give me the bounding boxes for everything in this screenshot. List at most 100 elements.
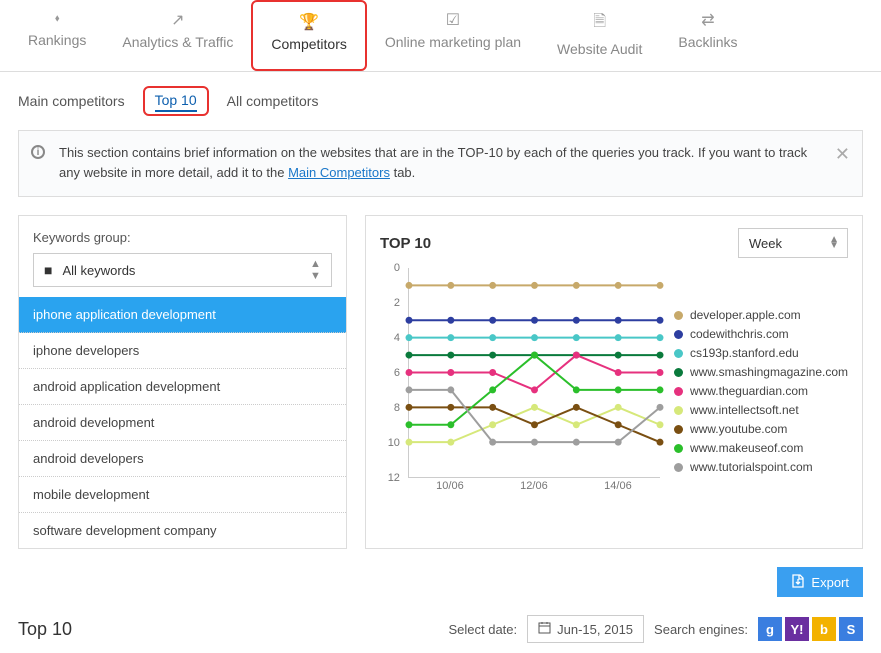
chart-point[interactable] bbox=[615, 317, 622, 324]
keyword-item[interactable]: mobile development bbox=[19, 477, 346, 513]
chart-point[interactable] bbox=[615, 282, 622, 289]
keyword-item[interactable]: android application development bbox=[19, 369, 346, 405]
chart-point[interactable] bbox=[531, 282, 538, 289]
chart-point[interactable] bbox=[656, 282, 663, 289]
chart-point[interactable] bbox=[656, 334, 663, 341]
legend-item[interactable]: developer.apple.com bbox=[674, 308, 848, 322]
chart-point[interactable] bbox=[531, 421, 538, 428]
chart-point[interactable] bbox=[447, 404, 454, 411]
chart-point[interactable] bbox=[615, 421, 622, 428]
chart-point[interactable] bbox=[489, 334, 496, 341]
engine-seznam-icon[interactable]: S bbox=[839, 617, 863, 641]
legend-item[interactable]: www.youtube.com bbox=[674, 422, 848, 436]
subnav-item-all-competitors[interactable]: All competitors bbox=[227, 93, 319, 109]
chart-point[interactable] bbox=[447, 439, 454, 446]
chart-point[interactable] bbox=[656, 369, 663, 376]
legend-item[interactable]: www.tutorialspoint.com bbox=[674, 460, 848, 474]
chart-point[interactable] bbox=[615, 352, 622, 359]
legend-item[interactable]: www.intellectsoft.net bbox=[674, 403, 848, 417]
legend-item[interactable]: www.makeuseof.com bbox=[674, 441, 848, 455]
chart-point[interactable] bbox=[489, 352, 496, 359]
chart-point[interactable] bbox=[447, 282, 454, 289]
chart-point[interactable] bbox=[573, 352, 580, 359]
engine-google-icon[interactable]: g bbox=[758, 617, 782, 641]
engine-bing-icon[interactable]: b bbox=[812, 617, 836, 641]
chart-point[interactable] bbox=[489, 404, 496, 411]
chart-point[interactable] bbox=[447, 317, 454, 324]
chart-point[interactable] bbox=[573, 404, 580, 411]
nav-icon: ☑ bbox=[385, 10, 521, 30]
chart-point[interactable] bbox=[531, 386, 538, 393]
chart-point[interactable] bbox=[447, 352, 454, 359]
chart-point[interactable] bbox=[405, 352, 412, 359]
chart-point[interactable] bbox=[531, 352, 538, 359]
chart-point[interactable] bbox=[573, 439, 580, 446]
period-select[interactable]: Week ▲▼ bbox=[738, 228, 848, 258]
chart-point[interactable] bbox=[531, 334, 538, 341]
chart-point[interactable] bbox=[573, 282, 580, 289]
chart-point[interactable] bbox=[405, 404, 412, 411]
close-icon[interactable]: ✕ bbox=[835, 141, 850, 168]
chart-point[interactable] bbox=[489, 421, 496, 428]
chart-point[interactable] bbox=[405, 317, 412, 324]
nav-item-website-audit[interactable]: 🗎Website Audit bbox=[539, 0, 660, 71]
nav-item-backlinks[interactable]: ⇄Backlinks bbox=[660, 0, 755, 71]
chart-point[interactable] bbox=[405, 386, 412, 393]
chart-point[interactable] bbox=[573, 334, 580, 341]
legend-item[interactable]: www.smashingmagazine.com bbox=[674, 365, 848, 379]
chart-point[interactable] bbox=[447, 334, 454, 341]
nav-item-competitors[interactable]: 🏆Competitors bbox=[251, 0, 366, 71]
chart-point[interactable] bbox=[489, 386, 496, 393]
chart-point[interactable] bbox=[447, 386, 454, 393]
chart-point[interactable] bbox=[531, 404, 538, 411]
keyword-item[interactable]: android development bbox=[19, 405, 346, 441]
keywords-group-select[interactable]: ■ All keywords ▲▼ bbox=[33, 253, 332, 287]
export-button[interactable]: Export bbox=[777, 567, 863, 597]
chart-point[interactable] bbox=[531, 439, 538, 446]
chart-point[interactable] bbox=[447, 369, 454, 376]
chart-point[interactable] bbox=[447, 421, 454, 428]
chart-point[interactable] bbox=[573, 386, 580, 393]
chart-point[interactable] bbox=[656, 439, 663, 446]
chart-point[interactable] bbox=[615, 369, 622, 376]
legend-item[interactable]: www.theguardian.com bbox=[674, 384, 848, 398]
legend-item[interactable]: cs193p.stanford.edu bbox=[674, 346, 848, 360]
chart-point[interactable] bbox=[405, 282, 412, 289]
keyword-item[interactable]: iphone developers bbox=[19, 333, 346, 369]
nav-item-analytics-traffic[interactable]: ↗Analytics & Traffic bbox=[104, 0, 251, 71]
keyword-item[interactable]: iphone application development bbox=[19, 297, 346, 333]
keyword-item[interactable]: android developers bbox=[19, 441, 346, 477]
chart-point[interactable] bbox=[615, 334, 622, 341]
chart-point[interactable] bbox=[489, 317, 496, 324]
chart-point[interactable] bbox=[489, 282, 496, 289]
nav-item-rankings[interactable]: ⬪Rankings bbox=[10, 0, 104, 71]
subnav-item-main-competitors[interactable]: Main competitors bbox=[18, 93, 125, 109]
chart-point[interactable] bbox=[405, 334, 412, 341]
engine-yahoo-icon[interactable]: Y! bbox=[785, 617, 809, 641]
chart-point[interactable] bbox=[405, 439, 412, 446]
legend-item[interactable]: codewithchris.com bbox=[674, 327, 848, 341]
chart-point[interactable] bbox=[656, 352, 663, 359]
chart-point[interactable] bbox=[489, 369, 496, 376]
chart-point[interactable] bbox=[489, 439, 496, 446]
chart-point[interactable] bbox=[656, 404, 663, 411]
subnav-item-top-[interactable]: Top 10 bbox=[143, 86, 209, 116]
nav-icon: ⇄ bbox=[678, 10, 737, 30]
chart-point[interactable] bbox=[615, 386, 622, 393]
chart-point[interactable] bbox=[615, 439, 622, 446]
chart-point[interactable] bbox=[405, 369, 412, 376]
chart-point[interactable] bbox=[573, 317, 580, 324]
chart-line bbox=[409, 355, 660, 390]
info-icon: i bbox=[31, 145, 45, 159]
chart-point[interactable] bbox=[615, 404, 622, 411]
main-competitors-link[interactable]: Main Competitors bbox=[288, 165, 390, 180]
chart-point[interactable] bbox=[531, 317, 538, 324]
chart-point[interactable] bbox=[656, 386, 663, 393]
nav-item-online-marketing-plan[interactable]: ☑Online marketing plan bbox=[367, 0, 539, 71]
chart-point[interactable] bbox=[656, 421, 663, 428]
date-picker[interactable]: Jun-15, 2015 bbox=[527, 615, 644, 643]
keyword-item[interactable]: software development company bbox=[19, 513, 346, 548]
chart-point[interactable] bbox=[573, 421, 580, 428]
chart-point[interactable] bbox=[405, 421, 412, 428]
chart-point[interactable] bbox=[656, 317, 663, 324]
